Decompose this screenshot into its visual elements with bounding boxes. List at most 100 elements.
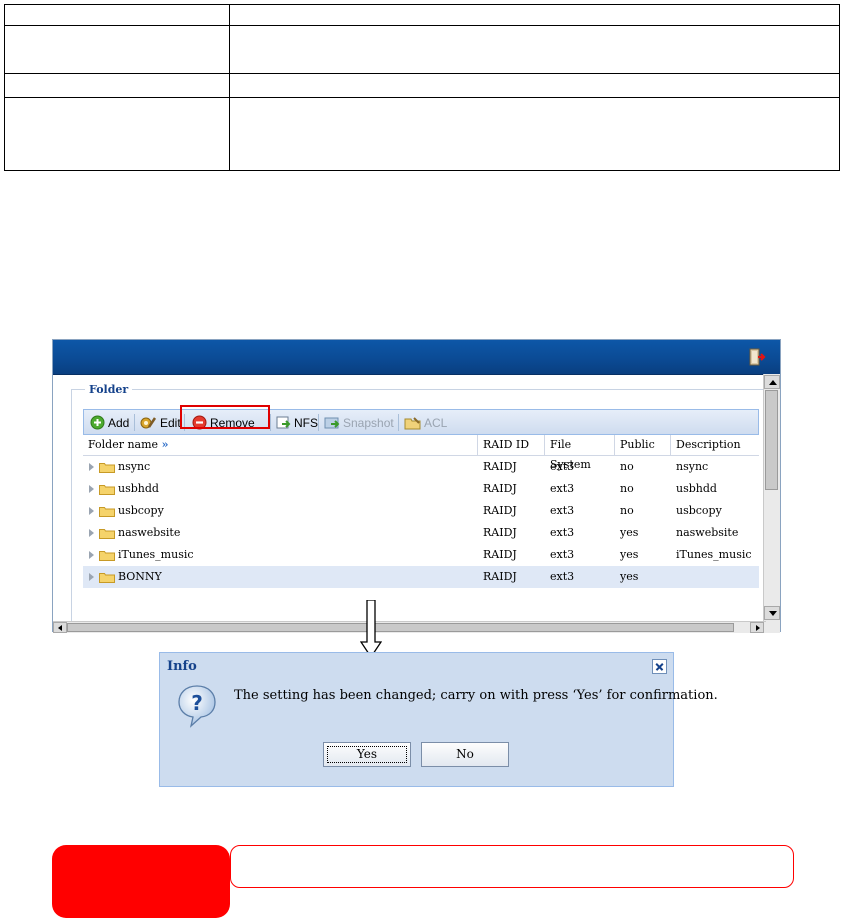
column-header-file-system[interactable]: File System [545, 435, 615, 471]
file-system-cell: ext3 [550, 504, 575, 517]
expand-arrow-icon[interactable] [89, 463, 94, 471]
raid-id-cell: RAIDJ [483, 460, 517, 473]
acl-button[interactable]: ACL [404, 414, 447, 431]
description-cell: naswebsite [676, 526, 739, 539]
folder-rows: nsync RAIDJ ext3 no nsync usbhdd RAIDJ e… [83, 456, 759, 588]
folder-window: Folder Add Edit Remove NFS Snapshot ACL … [52, 339, 781, 633]
info-dialog: Info ? The setting has been changed; car… [159, 652, 718, 787]
focus-ring [327, 746, 407, 763]
column-header-public[interactable]: Public [615, 435, 671, 455]
no-button[interactable]: No [421, 742, 509, 767]
edit-icon [140, 417, 157, 429]
folder-name-cell: nsync [83, 456, 478, 478]
public-cell: no [620, 482, 634, 495]
grid-header: Folder name » RAID ID File System Public… [83, 435, 759, 471]
column-header-folder-name[interactable]: Folder name » [83, 435, 478, 455]
snapshot-button[interactable]: Snapshot [324, 414, 394, 431]
table-cell [229, 73, 840, 98]
add-icon [90, 415, 105, 430]
table-cell [229, 97, 840, 171]
horizontal-scrollbar[interactable] [53, 621, 780, 633]
vertical-scrollbar[interactable] [763, 374, 780, 621]
expand-arrow-icon[interactable] [89, 507, 94, 515]
dialog-title: Info [167, 659, 197, 674]
folder-name-cell: usbcopy [83, 500, 478, 522]
scroll-thumb[interactable] [765, 390, 778, 490]
expand-arrow-icon[interactable] [89, 485, 94, 493]
scroll-right-button[interactable] [750, 622, 764, 633]
expand-arrow-icon[interactable] [89, 573, 94, 581]
description-cell: nsync [676, 460, 709, 473]
edit-label: Edit [160, 415, 181, 430]
table-cell [4, 73, 230, 98]
folder-name-cell: iTunes_music [83, 544, 478, 566]
svg-text:?: ? [191, 691, 203, 715]
raid-id-cell: RAIDJ [483, 526, 517, 539]
yes-button[interactable]: Yes [323, 742, 411, 767]
public-cell: yes [620, 526, 639, 539]
raid-id-cell: RAIDJ [483, 570, 517, 583]
table-cell [4, 4, 230, 26]
folder-icon [99, 463, 115, 473]
toolbar-separator [134, 414, 135, 431]
horizontal-scroll-thumb[interactable] [67, 623, 734, 632]
table-cell [229, 4, 840, 26]
scroll-down-button[interactable] [764, 606, 780, 620]
table-row[interactable]: usbcopy RAIDJ ext3 no usbcopy [83, 500, 759, 522]
add-button[interactable]: Add [90, 414, 129, 431]
expand-arrow-icon[interactable] [89, 551, 94, 559]
document-table [4, 4, 840, 171]
public-cell: yes [620, 570, 639, 583]
snapshot-icon [324, 417, 340, 429]
column-header-raid-id[interactable]: RAID ID [478, 435, 545, 455]
column-header-description[interactable]: Description [671, 435, 759, 455]
table-row[interactable]: nsync RAIDJ ext3 no nsync [83, 456, 759, 478]
acl-icon [404, 417, 421, 430]
dialog-message: The setting has been changed; carry on w… [234, 688, 718, 703]
description-cell: usbcopy [676, 504, 722, 517]
nfs-icon [276, 416, 291, 429]
exit-icon[interactable] [748, 348, 766, 366]
public-cell: no [620, 504, 634, 517]
table-row[interactable]: usbhdd RAIDJ ext3 no usbhdd [83, 478, 759, 500]
raid-id-cell: RAIDJ [483, 548, 517, 561]
public-cell: yes [620, 548, 639, 561]
no-label: No [456, 747, 474, 761]
table-cell [4, 97, 230, 171]
folder-icon [99, 507, 115, 517]
scroll-corner [766, 621, 780, 632]
edit-button[interactable]: Edit [140, 414, 181, 431]
folder-icon [99, 485, 115, 495]
window-title-bar [53, 340, 780, 375]
scroll-up-button[interactable] [764, 375, 780, 389]
folder-icon [99, 573, 115, 583]
snapshot-label: Snapshot [343, 415, 394, 430]
table-cell [4, 25, 230, 74]
file-system-cell: ext3 [550, 482, 575, 495]
table-cell [229, 25, 840, 74]
folder-icon [99, 551, 115, 561]
dialog-header: Info [160, 653, 673, 681]
note-label-box [52, 845, 230, 918]
nfs-label: NFS [294, 415, 318, 430]
file-system-cell: ext3 [550, 526, 575, 539]
add-label: Add [108, 415, 130, 430]
acl-label: ACL [424, 415, 448, 430]
file-system-cell: ext3 [550, 460, 575, 473]
close-icon[interactable] [652, 659, 667, 674]
nfs-button[interactable]: NFS [276, 414, 318, 431]
toolbar-separator [270, 414, 271, 431]
public-cell: no [620, 460, 634, 473]
expand-arrow-icon[interactable] [89, 529, 94, 537]
raid-id-cell: RAIDJ [483, 504, 517, 517]
folder-content: Folder Add Edit Remove NFS Snapshot ACL … [53, 375, 765, 621]
table-row[interactable]: iTunes_music RAIDJ ext3 yes iTunes_music [83, 544, 759, 566]
table-row-selected[interactable]: BONNY RAIDJ ext3 yes [83, 566, 759, 588]
table-row[interactable]: naswebsite RAIDJ ext3 yes naswebsite [83, 522, 759, 544]
folder-legend: Folder [85, 383, 133, 396]
down-arrow-icon [360, 600, 382, 658]
scroll-left-button[interactable] [53, 622, 67, 633]
note-content-box [230, 845, 794, 888]
description-cell: usbhdd [676, 482, 717, 495]
expand-columns-icon[interactable]: » [162, 438, 169, 451]
